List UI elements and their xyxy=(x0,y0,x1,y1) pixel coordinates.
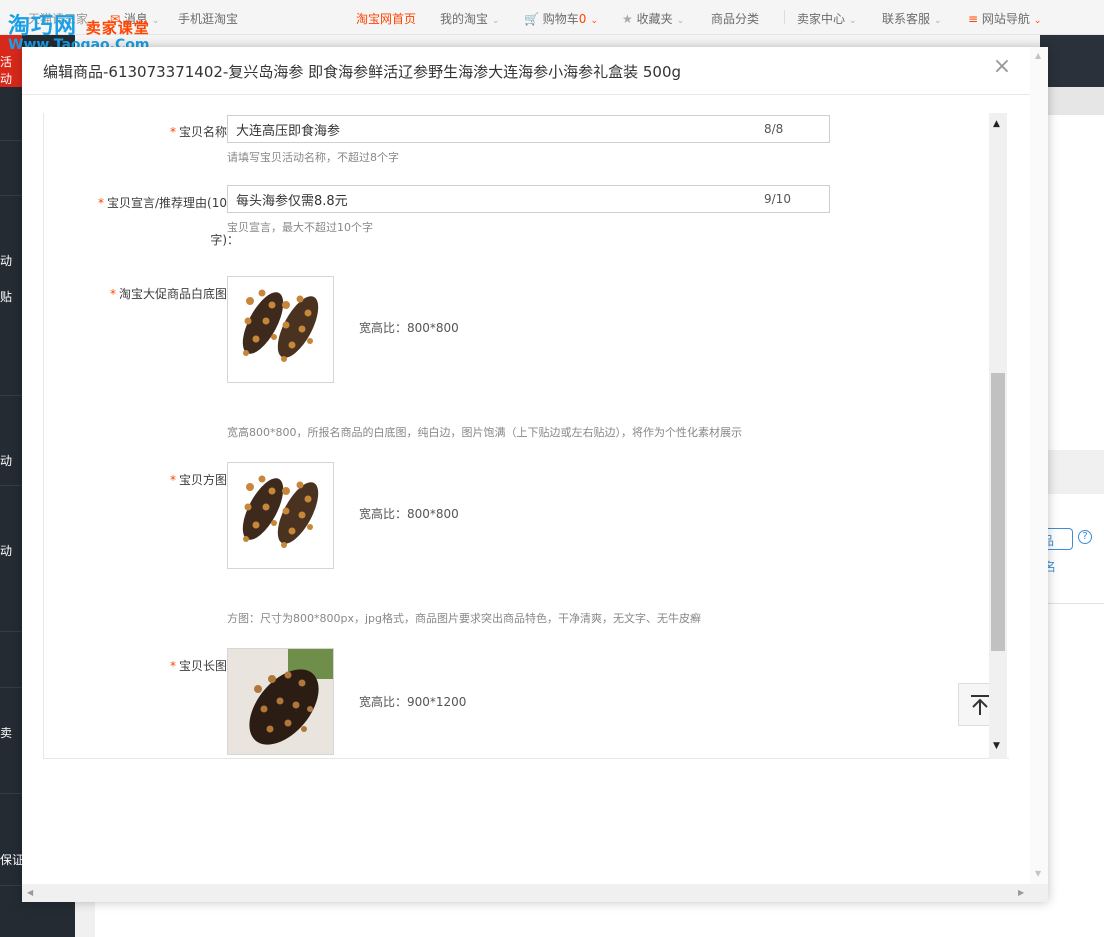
dialog-horizontal-scrollbar[interactable]: ◀ ▶ xyxy=(22,884,1048,902)
sea-cucumber-image xyxy=(228,277,333,382)
scroll-right-icon[interactable]: ▶ xyxy=(1018,888,1024,897)
square-image-hint: 方图：尺寸为800*800px，jpg格式，商品图片要求突出商品特色，干净清爽，… xyxy=(227,612,702,625)
menu-icon: ≡ xyxy=(968,12,979,26)
chevron-down-icon: ⌄ xyxy=(1033,16,1042,26)
sea-cucumber-image xyxy=(228,463,333,568)
my-taobao-menu[interactable]: 我的淘宝 ⌄ xyxy=(440,10,500,27)
scrollbar-thumb[interactable] xyxy=(991,373,1005,651)
sea-cucumber-photo xyxy=(228,649,333,754)
sidebar-item[interactable]: 动 xyxy=(0,252,12,269)
dialog-title: 编辑商品-613073371402-复兴岛海参 即食海参鲜活辽参野生海渗大连海参… xyxy=(43,63,682,81)
cart-menu[interactable]: 🛒 购物车0 ⌄ xyxy=(524,10,598,27)
mobile-taobao-link[interactable]: 手机逛淘宝 xyxy=(178,10,238,27)
form-scroll-area[interactable]: *宝贝名称： 8/8 请填写宝贝活动名称，不超过8个字 *宝贝宣言/推荐理由(1… xyxy=(43,113,1009,759)
page-header-strip xyxy=(1040,35,1104,87)
product-name-hint: 请填写宝贝活动名称，不超过8个字 xyxy=(227,151,399,164)
slogan-hint: 宝贝宣言，最大不超过10个字 xyxy=(227,221,373,234)
slogan-input[interactable] xyxy=(236,190,736,208)
edit-product-dialog: 编辑商品-613073371402-复兴岛海参 即食海参鲜活辽参野生海渗大连海参… xyxy=(22,47,1048,902)
white-bg-image-ratio: 宽高比：800*800 xyxy=(359,321,459,335)
seller-center-menu[interactable]: 卖家中心 ⌄ xyxy=(797,10,857,27)
scroll-up-icon[interactable]: ▲ xyxy=(1035,51,1041,60)
scroll-down-icon[interactable]: ▼ xyxy=(993,741,1000,751)
chevron-down-icon: ⌄ xyxy=(849,16,857,26)
scroll-down-icon[interactable]: ▼ xyxy=(1035,869,1041,878)
sidebar-item[interactable]: 贴 xyxy=(0,288,12,305)
sidebar-item[interactable]: 动 xyxy=(0,542,12,559)
dialog-vertical-scrollbar[interactable]: ▲ ▼ xyxy=(1030,47,1048,884)
square-image-upload[interactable] xyxy=(227,462,334,569)
white-bg-image-upload[interactable] xyxy=(227,276,334,383)
sidebar-item[interactable]: 动 xyxy=(0,452,12,469)
contact-service-menu[interactable]: 联系客服 ⌄ xyxy=(882,10,942,27)
chevron-down-icon: ⌄ xyxy=(492,16,500,26)
site-top-nav: 天猫请三家 ✉ 消息 ⌄ 手机逛淘宝 淘宝网首页 我的淘宝 ⌄ 🛒 购物车0 ⌄ ★ … xyxy=(0,0,1104,35)
chevron-down-icon: ⌄ xyxy=(934,16,942,26)
white-bg-image-label: * 淘宝大促商品白底图： xyxy=(109,287,239,301)
scroll-left-icon[interactable]: ◀ xyxy=(27,888,33,897)
product-name-field[interactable]: 8/8 xyxy=(227,115,830,143)
sidebar-item[interactable]: 卖 xyxy=(0,724,12,741)
star-icon: ★ xyxy=(622,12,633,26)
favorites-menu[interactable]: ★ 收藏夹 ⌄ xyxy=(622,10,684,27)
product-name-input[interactable] xyxy=(236,120,736,138)
slogan-field[interactable]: 9/10 xyxy=(227,185,830,213)
chevron-down-icon: ⌄ xyxy=(151,16,160,26)
sidebar-item[interactable]: 保证 xyxy=(0,851,24,868)
taobao-home-link[interactable]: 淘宝网首页 xyxy=(356,10,416,27)
long-image-ratio: 宽高比：900*1200 xyxy=(359,695,467,709)
close-icon[interactable]: × xyxy=(992,56,1012,78)
scroll-up-icon[interactable]: ▲ xyxy=(993,119,1000,129)
form-scrollbar[interactable]: ▲ ▼ xyxy=(989,113,1007,759)
help-icon[interactable]: ? xyxy=(1078,530,1092,544)
white-bg-image-hint: 宽高800*800，所报名商品的白底图，纯白边，图片饱满（上下贴边或左右贴边），… xyxy=(227,426,742,439)
chevron-down-icon: ⌄ xyxy=(590,16,598,26)
long-image-upload[interactable] xyxy=(227,648,334,755)
chevron-down-icon: ⌄ xyxy=(676,16,685,26)
slogan-label: * 宝贝宣言/推荐理由(10个 xyxy=(98,196,239,210)
dialog-header: 编辑商品-613073371402-复兴岛海参 即食海参鲜活辽参野生海渗大连海参… xyxy=(22,47,1048,95)
char-count: 9/10 xyxy=(764,192,791,206)
nav-divider xyxy=(784,10,785,24)
square-image-ratio: 宽高比：800*800 xyxy=(359,507,459,521)
cart-icon: 🛒 xyxy=(524,12,539,26)
char-count: 8/8 xyxy=(764,122,784,136)
site-nav-menu[interactable]: ≡ 网站导航 ⌄ xyxy=(968,10,1041,27)
categories-link[interactable]: 商品分类 xyxy=(711,10,759,27)
